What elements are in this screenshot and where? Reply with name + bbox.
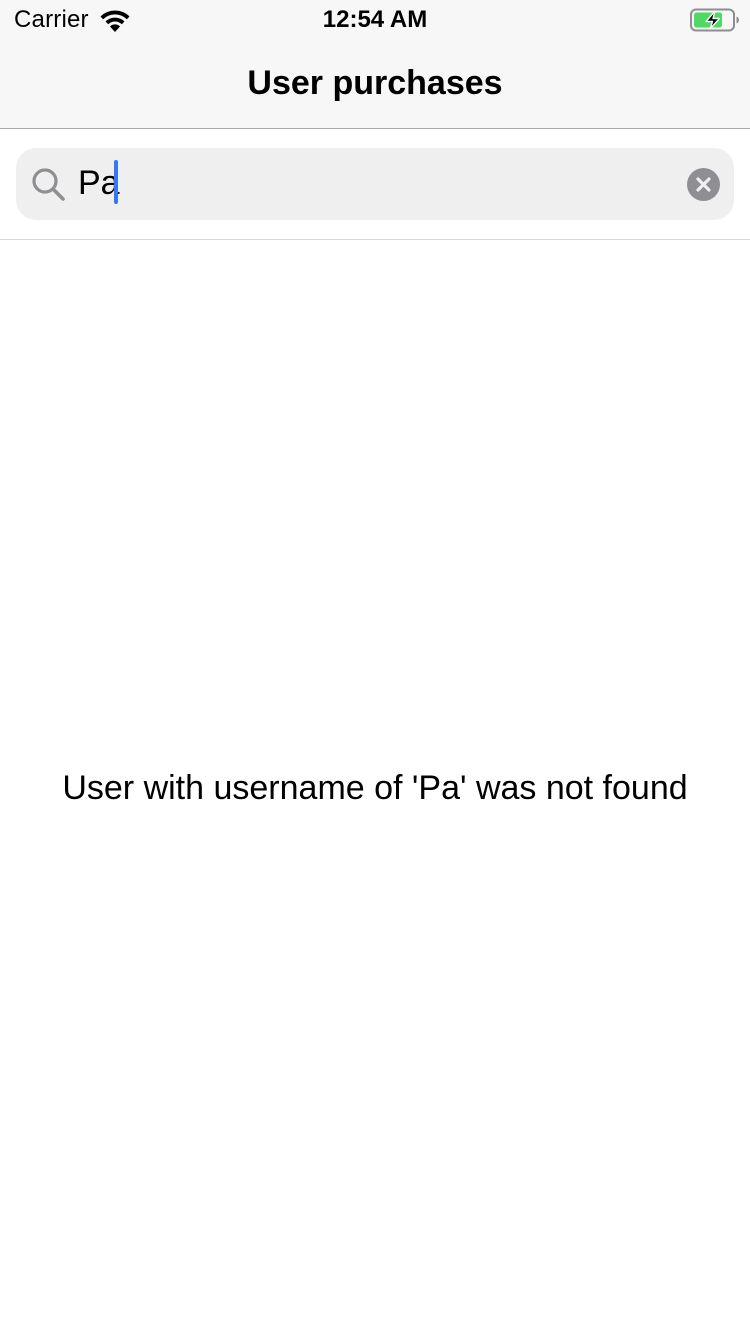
status-bar: Carrier 12:54 AM xyxy=(0,0,750,40)
status-time: 12:54 AM xyxy=(322,6,428,33)
battery-charging-icon xyxy=(690,8,739,32)
text-caret xyxy=(114,160,118,204)
page-title: User purchases xyxy=(247,64,503,102)
clear-circle-icon[interactable] xyxy=(687,168,720,201)
navigation-bar: User purchases xyxy=(0,40,750,129)
magnifying-glass-icon xyxy=(32,168,65,201)
search-input[interactable]: Pa xyxy=(16,148,734,220)
empty-state-message: User with username of 'Pa' was not found xyxy=(62,769,688,807)
search-bar-container: Pa xyxy=(0,129,750,240)
